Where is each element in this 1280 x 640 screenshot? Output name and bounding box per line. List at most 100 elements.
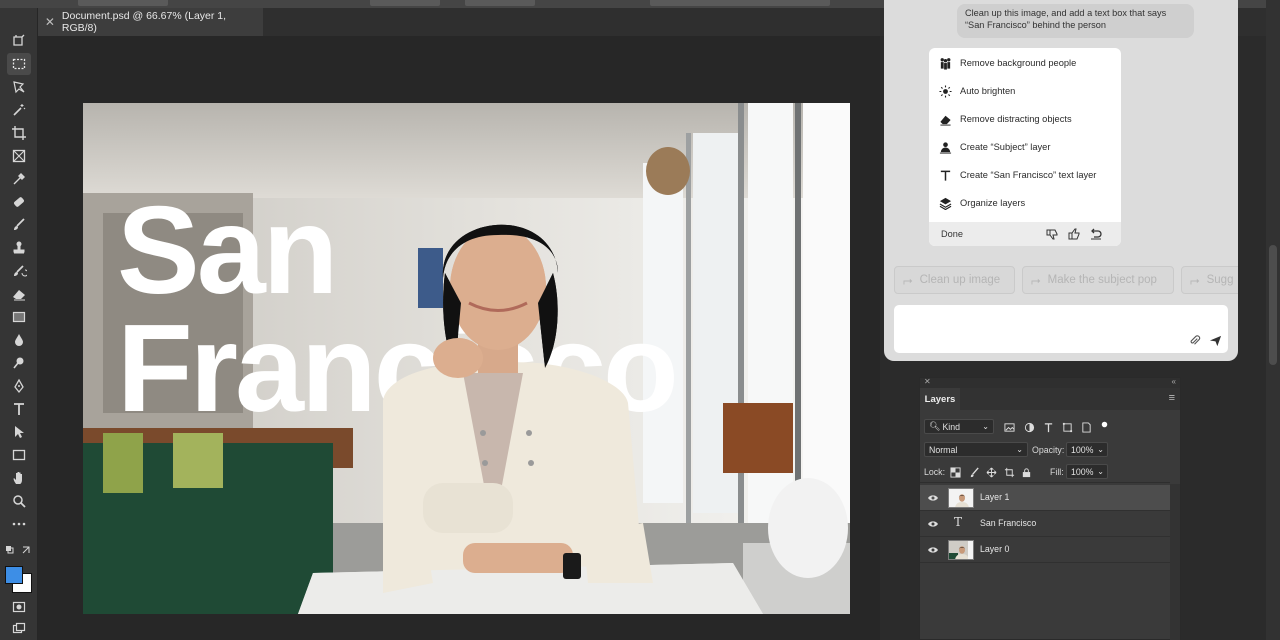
magic-wand-tool-icon[interactable] [7,99,31,121]
text-layer-icon: T [954,515,963,529]
filter-shape-icon[interactable] [1060,420,1074,434]
step-label: Create “San Francisco” text layer [960,170,1097,180]
lock-artboard-icon[interactable] [1002,465,1016,479]
foreground-color-swatch[interactable] [5,566,23,584]
layers-icon [937,195,953,211]
undo-icon[interactable] [1085,225,1107,243]
tab-layers[interactable]: Layers [920,388,960,410]
type-tool-icon[interactable] [7,398,31,420]
step-organize-layers[interactable]: Organize layers [937,195,1025,211]
options-segment[interactable] [370,0,440,6]
arrow-icon: ⮣ [1190,272,1200,287]
hand-tool-icon[interactable] [7,467,31,489]
lock-image-icon[interactable] [967,465,981,479]
gradient-tool-icon[interactable] [7,306,31,328]
rectangle-tool-icon[interactable] [7,444,31,466]
right-scrollbar[interactable] [1266,0,1280,640]
brush-tool-icon[interactable] [7,214,31,236]
options-segment[interactable] [78,0,168,6]
filter-smart-object-icon[interactable] [1079,420,1093,434]
zoom-tool-icon[interactable] [7,490,31,512]
chevron-down-icon: ⌄ [1097,467,1104,476]
screen-mode-icon[interactable] [7,618,31,640]
visibility-eye-icon[interactable] [927,544,939,556]
filter-kind-select[interactable]: 🔍︎ Kind ⌄ [924,419,994,434]
search-icon: 🔍︎ [929,421,941,431]
options-segment[interactable] [465,0,535,6]
filter-pixel-icon[interactable] [1002,420,1016,434]
send-icon[interactable] [1207,332,1223,348]
lock-position-icon[interactable] [984,465,998,479]
step-label: Create “Subject” layer [960,142,1051,152]
panel-header-strip: ✕ « [920,377,1180,388]
filter-type-icon[interactable] [1041,420,1055,434]
tools-panel [0,8,38,640]
marquee-tool-icon[interactable] [7,53,31,75]
step-label: Auto brighten [960,86,1016,96]
step-label: Remove background people [960,58,1077,68]
document-tab[interactable]: ✕ Document.psd @ 66.67% (Layer 1, RGB/8) [38,8,263,36]
collapse-panel-icon[interactable]: « [1172,377,1176,386]
arrow-icon: ⮣ [1031,272,1041,287]
step-create-subject-layer[interactable]: Create “Subject” layer [937,139,1050,155]
dodge-tool-icon[interactable] [7,352,31,374]
crop-tool-icon[interactable] [7,122,31,144]
step-remove-background-people[interactable]: Remove background people [937,55,1076,71]
eyedropper-tool-icon[interactable] [7,168,31,190]
done-row: Done [929,222,1121,246]
close-tab-icon[interactable]: ✕ [38,15,62,29]
layers-scrollbar[interactable] [1170,484,1180,640]
suggestion-chip-subject-pop[interactable]: ⮣ Make the subject pop [1022,266,1174,294]
stamp-tool-icon[interactable] [7,237,31,259]
layer-thumbnail [948,488,974,508]
filter-adjustment-icon[interactable] [1022,420,1036,434]
layer-row-layer-1[interactable]: Layer 1 [920,485,1170,511]
subject-overlay [298,224,763,614]
fill-label: Fill: [1050,467,1064,477]
step-create-san-francisco-text-layer[interactable]: Create “San Francisco” text layer [937,167,1096,183]
arrow-icon: ⮣ [903,272,913,287]
step-auto-brighten[interactable]: Auto brighten [937,83,1015,99]
action-steps-card: Remove background people Auto brighten R… [929,48,1121,246]
eraser-tool-icon[interactable] [7,283,31,305]
frame-tool-icon[interactable] [7,145,31,167]
options-segment[interactable] [650,0,830,6]
lasso-tool-icon[interactable] [7,76,31,98]
user-message-bubble: Clean up this image, and add a text box … [957,4,1194,38]
more-tools-icon[interactable] [7,513,31,535]
layer-name: Layer 0 [980,544,1010,554]
layer-filter-row: 🔍︎ Kind ⌄ [920,416,1170,438]
history-brush-tool-icon[interactable] [7,260,31,282]
opacity-input[interactable]: 100% ⌄ [1066,442,1108,457]
blend-mode-select[interactable]: Normal ⌄ [924,442,1028,457]
scrollbar-thumb[interactable] [1269,245,1277,365]
swap-colors-icon[interactable] [5,543,33,555]
visibility-eye-icon[interactable] [927,518,939,530]
panel-menu-icon[interactable]: ≡ [1169,392,1175,404]
prompt-input[interactable] [894,305,1228,353]
close-panel-icon[interactable]: ✕ [924,377,931,386]
lock-all-icon[interactable] [1019,465,1033,479]
thumbs-down-icon[interactable] [1041,225,1063,243]
eraser-icon [937,111,953,127]
step-remove-distracting-objects[interactable]: Remove distracting objects [937,111,1072,127]
chevron-down-icon: ⌄ [1097,445,1104,454]
suggestion-chip-more[interactable]: ⮣ Sugg [1181,266,1238,294]
quick-mask-icon[interactable] [7,596,31,618]
filter-toggle-icon[interactable] [1097,417,1111,431]
fill-input[interactable]: 100% ⌄ [1066,464,1108,479]
visibility-eye-icon[interactable] [927,492,939,504]
healing-brush-tool-icon[interactable] [7,191,31,213]
suggestion-chip-clean-up[interactable]: ⮣ Clean up image [894,266,1015,294]
thumbs-up-icon[interactable] [1063,225,1085,243]
lock-row: Lock: Fill: 100% ⌄ [920,461,1170,483]
artboard-tool-icon[interactable] [7,30,31,52]
lock-transparent-icon[interactable] [948,465,962,479]
document-canvas-image[interactable]: San Francisco [83,103,850,614]
layer-row-san-francisco[interactable]: T San Francisco [920,511,1170,537]
attach-icon[interactable] [1186,332,1202,348]
path-selection-tool-icon[interactable] [7,421,31,443]
layer-row-layer-0[interactable]: Layer 0 [920,537,1170,563]
blur-tool-icon[interactable] [7,329,31,351]
pen-tool-icon[interactable] [7,375,31,397]
